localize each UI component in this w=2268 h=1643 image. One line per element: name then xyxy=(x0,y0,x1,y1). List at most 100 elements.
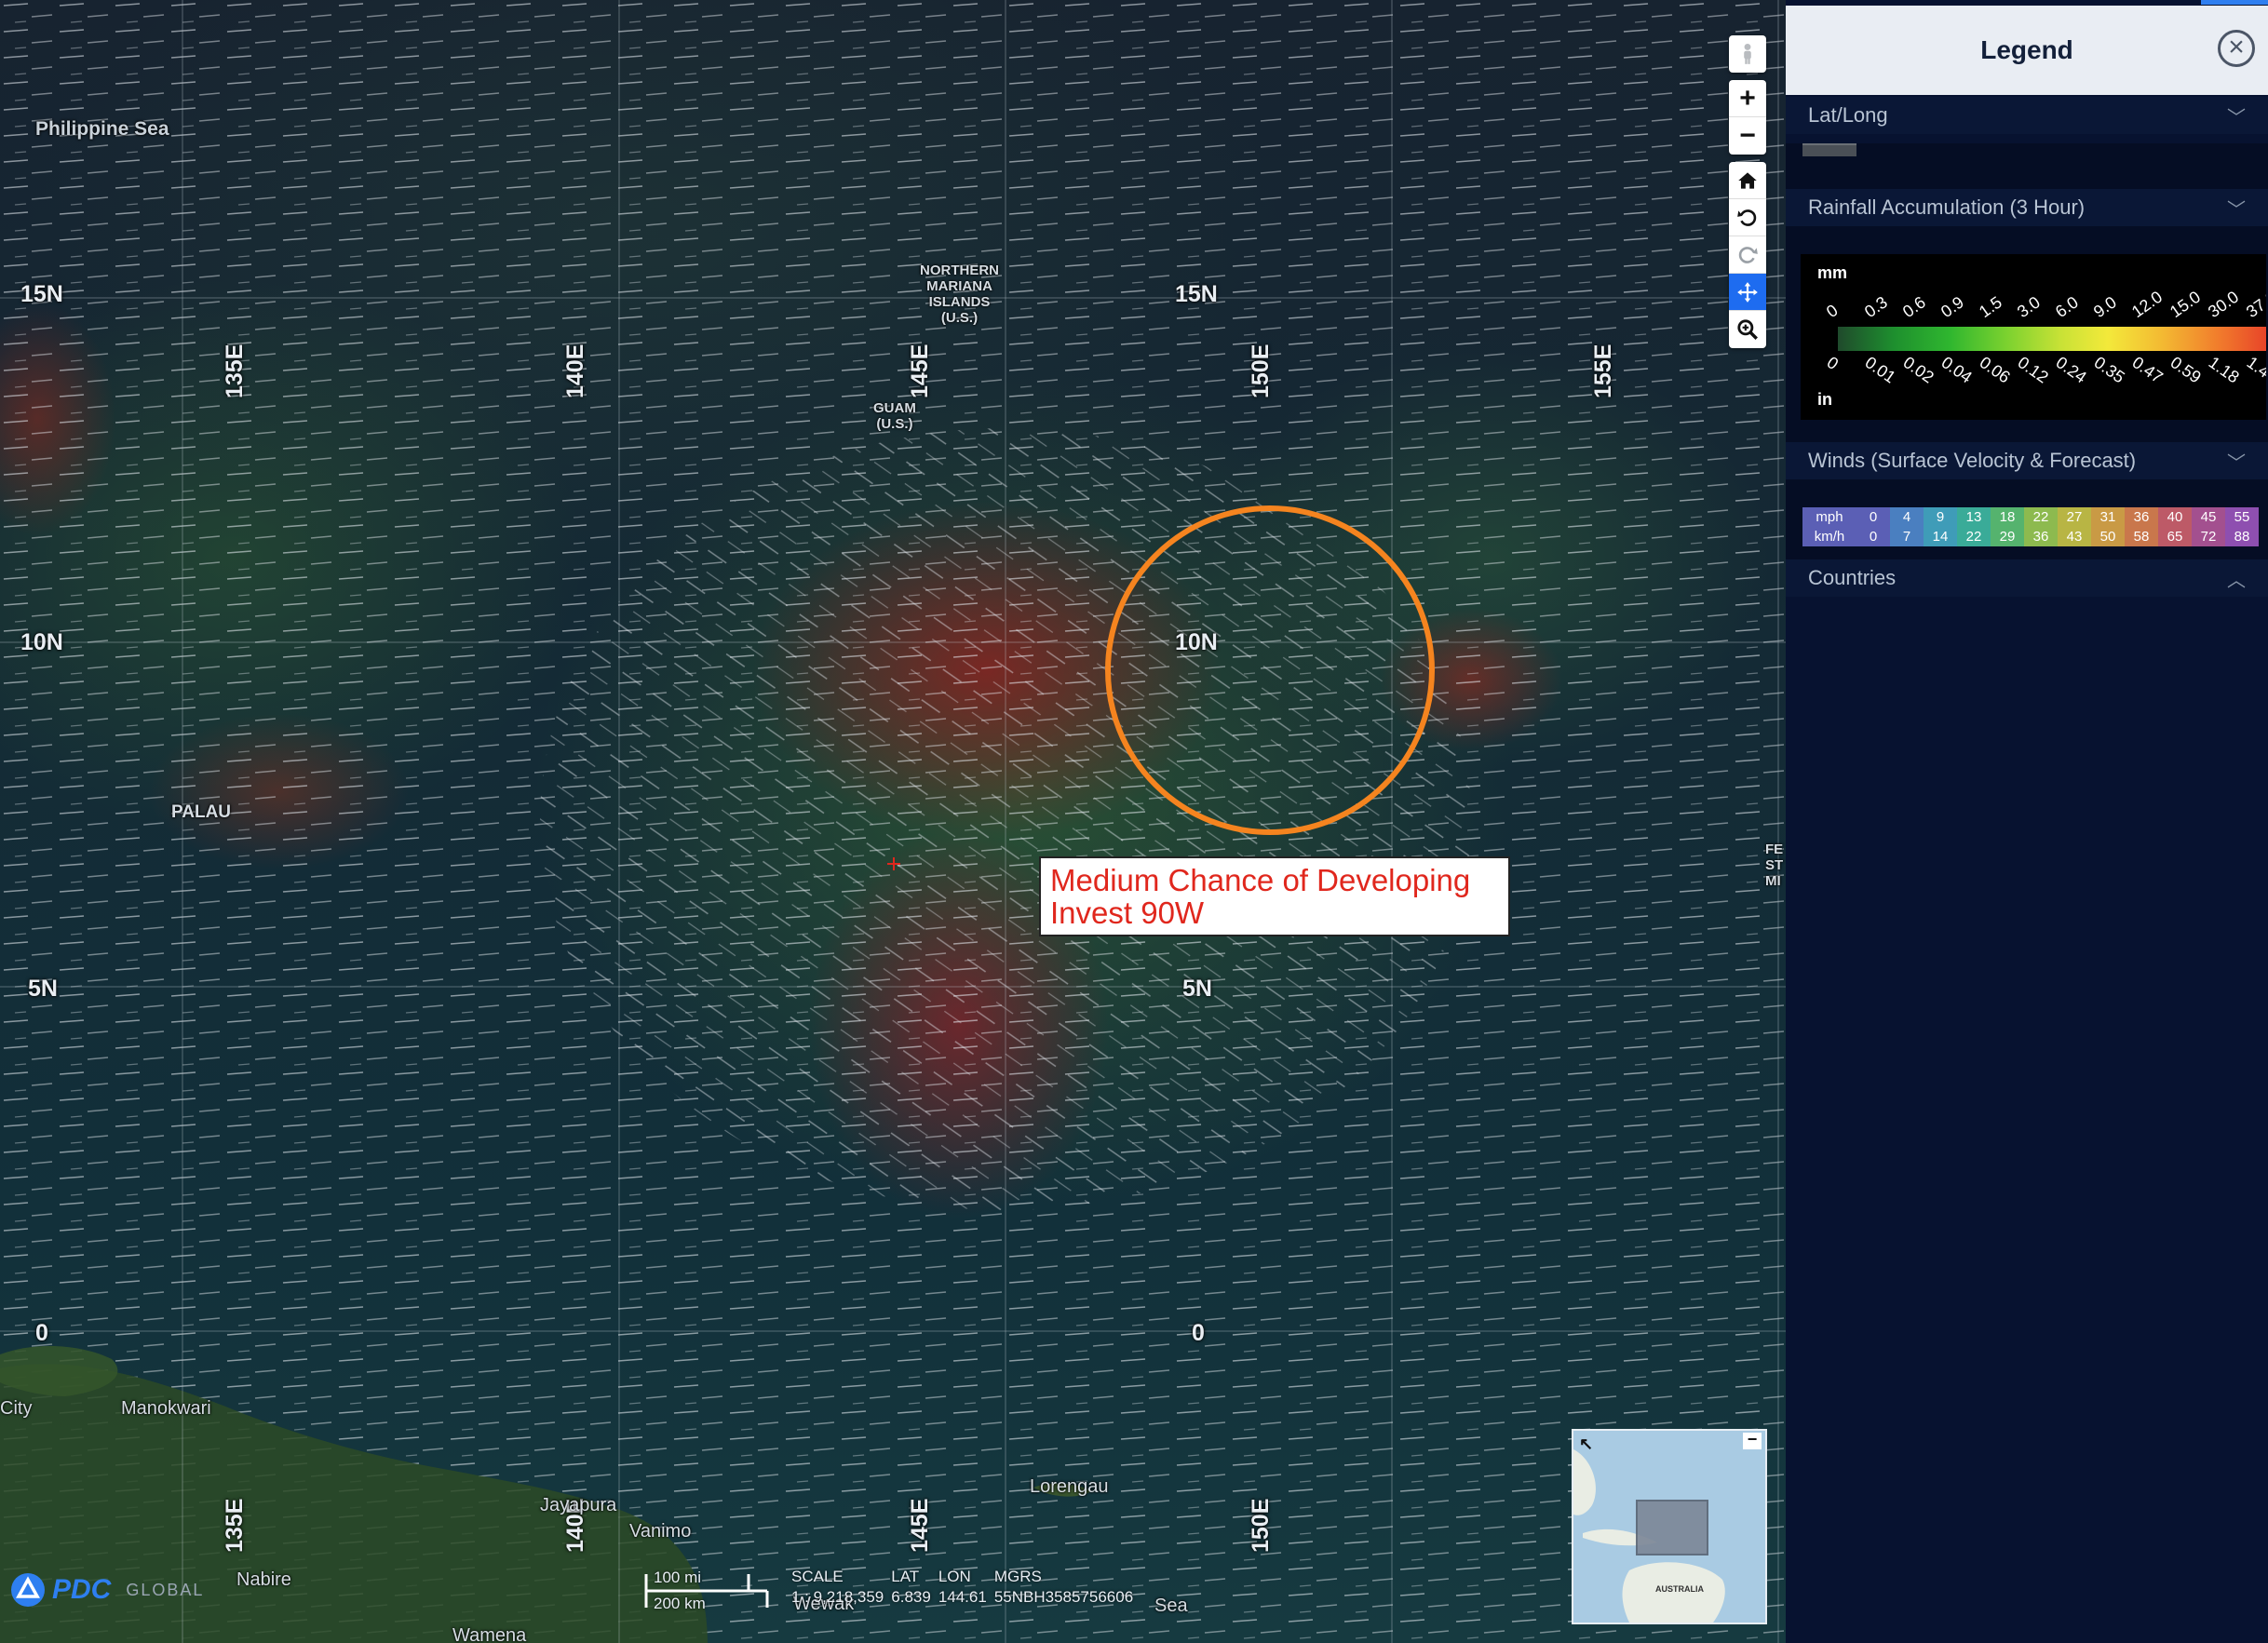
lon-label-145e-bottom: 145E xyxy=(907,1498,933,1553)
rainfall-mm-tick: 6.0 xyxy=(2051,292,2082,322)
winds-mph-cell: 4 xyxy=(1890,507,1924,527)
scale-miles: 100 mi xyxy=(654,1569,702,1586)
winds-mph-cell: 55 xyxy=(2225,507,2259,527)
legend-header-rainfall[interactable]: Rainfall Accumulation (3 Hour) ﹀ xyxy=(1786,189,2268,226)
legend-header-winds[interactable]: Winds (Surface Velocity & Forecast) ﹀ xyxy=(1786,442,2268,479)
winds-mph-cell: 0 xyxy=(1856,507,1890,527)
place-northern-mariana-islands: NORTHERN MARIANA ISLANDS (U.S.) xyxy=(920,263,999,326)
fsm-line-1: FE xyxy=(1765,842,1784,857)
chevron-down-icon: ﹀ xyxy=(2227,107,2246,128)
rotate-right-icon[interactable] xyxy=(1729,236,1766,274)
overview-map[interactable]: ↖ − AUSTRALIA xyxy=(1572,1429,1767,1624)
legend-body-rainfall: mm in 0 0.3 0.6 0.9 1.5 3.0 6.0 9.0 12.0 15.0 30.0… xyxy=(1786,226,2268,442)
overview-collapse-button[interactable]: − xyxy=(1743,1431,1762,1449)
winds-kmh-cell: 58 xyxy=(2125,527,2158,546)
winds-mph-cell: 45 xyxy=(2192,507,2225,527)
pdc-global-text: GLOBAL xyxy=(126,1580,205,1599)
fsm-line-3: MI xyxy=(1765,873,1781,889)
overview-map-land xyxy=(1573,1449,1725,1623)
winds-kmh-row: km/h 0 7 14 22 29 36 43 50 58 65 72 88 xyxy=(1802,527,2259,546)
rainfall-mm-tick: 3.0 xyxy=(2013,292,2044,322)
place-fsm: FE ST MI xyxy=(1765,842,1783,889)
rotate-left-icon[interactable] xyxy=(1729,199,1766,236)
winds-kmh-cell: 43 xyxy=(2058,527,2091,546)
legend-section-countries: Countries ︿ xyxy=(1786,559,2268,597)
nmi-line-1: NORTHERN xyxy=(920,263,999,278)
close-circle-icon[interactable]: × xyxy=(2218,30,2255,67)
legend-label-rainfall: Rainfall Accumulation (3 Hour) xyxy=(1808,195,2086,219)
lat-label-5n-mid: 5N xyxy=(1182,976,1212,1002)
latlong-line-swatch xyxy=(1802,143,1856,156)
legend-title: Legend xyxy=(1980,35,2073,64)
rainfall-mm-tick: 12.0 xyxy=(2127,287,2167,322)
storm-callout-box: Medium Chance of Developing Invest 90W xyxy=(1039,856,1510,936)
zoom-in-button[interactable]: + xyxy=(1729,80,1766,117)
rainfall-in-tick: 0.47 xyxy=(2128,353,2167,387)
nmi-line-4: (U.S.) xyxy=(940,310,979,326)
place-wamena: Wamena xyxy=(452,1625,527,1643)
overview-expand-icon[interactable]: ↖ xyxy=(1579,1434,1593,1454)
home-icon[interactable] xyxy=(1729,162,1766,199)
lon-label-150e: 150E xyxy=(1248,343,1274,398)
map-canvas[interactable]: 15N 10N 5N 0 15N 10N 5N 0 135E 140E 145E… xyxy=(0,0,1786,1643)
rainfall-in-tick: 0.06 xyxy=(1976,353,2014,387)
scale-km: 200 km xyxy=(654,1595,706,1612)
lat-label-10n-mid: 10N xyxy=(1175,629,1218,655)
rainfall-scale: mm in 0 0.3 0.6 0.9 1.5 3.0 6.0 9.0 12.0 15.0 30.0… xyxy=(1801,254,2266,420)
lat-label-10n: 10N xyxy=(20,629,63,655)
legend-body-winds: mph 0 4 9 13 18 22 27 31 36 40 45 55 km/h 0 7 14 22 29 3… xyxy=(1786,479,2268,559)
rainfall-mm-tick: 15.0 xyxy=(2166,287,2205,322)
place-sea-bottom: Sea xyxy=(1154,1596,1188,1616)
winds-kmh-cell: 36 xyxy=(2024,527,2058,546)
readout-value-lat: 6.839 xyxy=(891,1588,931,1606)
legend-label-countries: Countries xyxy=(1808,566,1897,589)
map-overlay-svg xyxy=(0,0,1786,1643)
rainfall-in-tick: 0.12 xyxy=(2014,353,2052,387)
legend-header-countries[interactable]: Countries ︿ xyxy=(1786,559,2268,597)
zoom-group: + − xyxy=(1729,80,1766,155)
lon-label-155e: 155E xyxy=(1590,343,1616,398)
rainfall-in-tick: 0.02 xyxy=(1899,353,1937,387)
lon-label-135e: 135E xyxy=(222,343,248,398)
legend-panel: Legend × Lat/Long ﹀ Rainfall Accumulatio… xyxy=(1786,0,2268,1643)
winds-mph-cell: 40 xyxy=(2158,507,2192,527)
zoom-box-icon[interactable] xyxy=(1729,311,1766,348)
rainfall-in-tick: 0.01 xyxy=(1861,353,1899,387)
winds-mph-cell: 36 xyxy=(2125,507,2158,527)
place-philippine-sea: Philippine Sea xyxy=(35,118,169,140)
lat-label-15n-mid: 15N xyxy=(1175,281,1218,307)
winds-kmh-cell: 72 xyxy=(2192,527,2225,546)
winds-mph-cell: 9 xyxy=(1924,507,1957,527)
legend-header-latlong[interactable]: Lat/Long ﹀ xyxy=(1786,97,2268,134)
readout-value-lon: 144.61 xyxy=(938,1588,987,1606)
rainfall-in-tick: 1.46 xyxy=(2243,353,2266,387)
readout-header-lat: LAT xyxy=(891,1568,920,1585)
winds-kmh-cell: 29 xyxy=(1991,527,2024,546)
readout-header-mgrs: MGRS xyxy=(993,1568,1042,1585)
rainfall-in-tick: 0.35 xyxy=(2090,353,2128,387)
guam-line-2: (U.S.) xyxy=(876,416,913,432)
rainfall-in-tick: 0.24 xyxy=(2052,353,2090,387)
rainfall-mm-tick: 0.9 xyxy=(1937,292,1967,322)
winds-kmh-cell: 7 xyxy=(1890,527,1924,546)
fsm-line-2: ST xyxy=(1765,857,1784,873)
chevron-down-icon: ﹀ xyxy=(2227,199,2246,221)
place-jayapura: Jayapura xyxy=(540,1495,617,1515)
rainfall-in-tick: 1.18 xyxy=(2205,353,2243,387)
rainfall-color-bar xyxy=(1838,327,2266,351)
lon-label-150e-bottom: 150E xyxy=(1248,1498,1274,1553)
legend-header: Legend × xyxy=(1786,6,2268,95)
zoom-out-button[interactable]: − xyxy=(1729,117,1766,155)
winds-kmh-cell: 14 xyxy=(1924,527,1957,546)
person-icon[interactable] xyxy=(1729,35,1766,73)
lat-label-15n: 15N xyxy=(20,281,63,307)
nmi-line-2: MARIANA xyxy=(926,278,992,294)
legend-section-latlong: Lat/Long ﹀ xyxy=(1786,97,2268,192)
nmi-line-3: ISLANDS xyxy=(928,294,991,310)
pan-icon[interactable] xyxy=(1729,274,1766,311)
place-lorengau: Lorengau xyxy=(1030,1476,1109,1497)
place-manokwari: Manokwari xyxy=(121,1398,211,1419)
chevron-down-icon: ﹀ xyxy=(2227,452,2246,474)
place-palau: PALAU xyxy=(171,802,232,822)
legend-label-winds: Winds (Surface Velocity & Forecast) xyxy=(1808,449,2137,472)
